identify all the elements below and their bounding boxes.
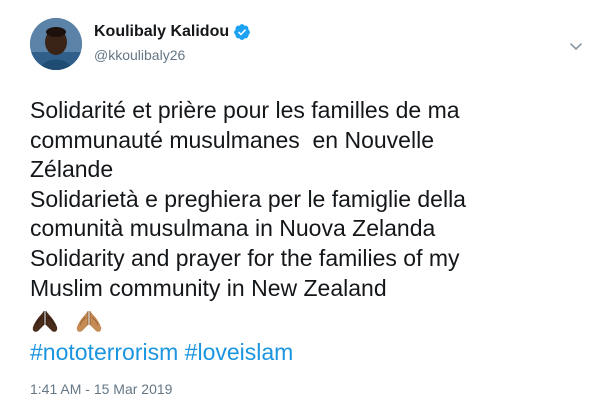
display-name[interactable]: Koulibaly Kalidou <box>94 22 229 42</box>
emoji-row <box>30 307 104 335</box>
timestamp[interactable]: 1:41 AM - 15 Mar 2019 <box>30 380 172 398</box>
hashtags: #nototerrorism #loveislam <box>30 337 293 367</box>
hashtag-loveislam[interactable]: #loveislam <box>185 339 294 365</box>
praying-hands-medium-icon <box>74 307 104 335</box>
verified-badge-icon <box>233 23 251 41</box>
tweet-text: Solidarité et prière pour les familles d… <box>30 97 466 301</box>
handle[interactable]: @kkoulibaly26 <box>94 46 185 64</box>
chevron-down-icon[interactable] <box>568 38 584 54</box>
tweet-card: Koulibaly Kalidou @kkoulibaly26 Solidari… <box>0 0 600 405</box>
timestamp-separator: - <box>85 381 90 397</box>
hashtag-nototerrorism[interactable]: #nototerrorism <box>30 339 178 365</box>
tweet-date: 15 Mar 2019 <box>93 381 173 397</box>
avatar-image <box>30 18 82 70</box>
avatar[interactable] <box>30 18 82 70</box>
praying-hands-dark-icon <box>30 307 60 335</box>
author-name-row: Koulibaly Kalidou <box>94 22 251 42</box>
tweet-time: 1:41 AM <box>30 381 82 397</box>
